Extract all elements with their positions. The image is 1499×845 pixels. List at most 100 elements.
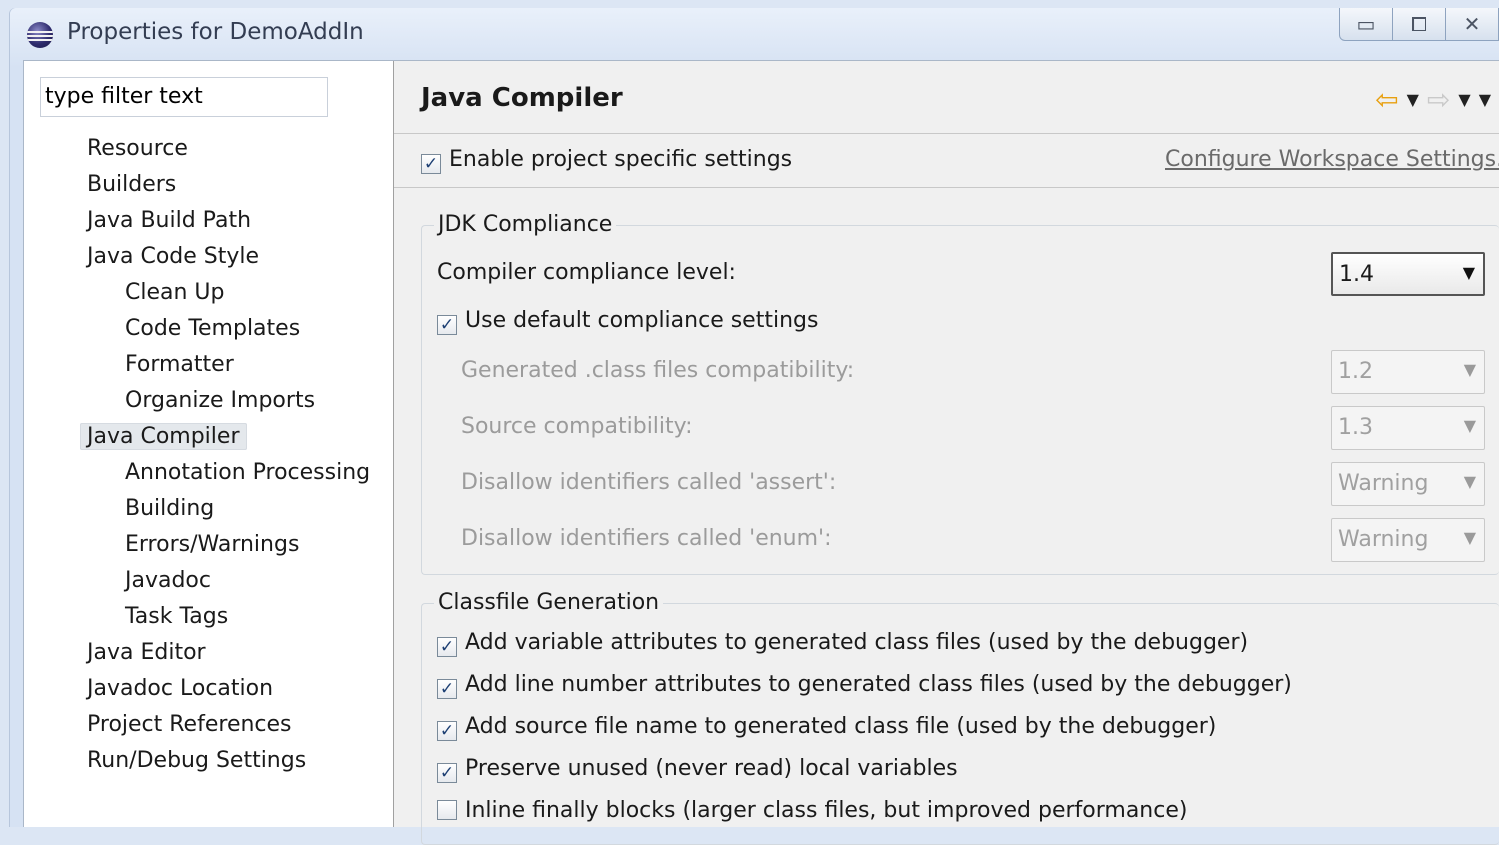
select-value: Warning bbox=[1338, 471, 1429, 496]
inline-finally-blocks-checkbox[interactable]: Inline finally blocks (larger class file… bbox=[437, 798, 1187, 823]
chevron-down-icon: ▼ bbox=[1463, 360, 1476, 379]
tree-item-label: Formatter bbox=[125, 352, 234, 377]
tree-item-label: Errors/Warnings bbox=[125, 532, 300, 557]
window-title: Properties for DemoAddIn bbox=[67, 19, 364, 45]
tree-item-label: Project References bbox=[87, 712, 292, 737]
page-area: Java Compiler ⇦ ▼ ⇨ ▼ ▼ ✓ Enable project … bbox=[394, 61, 1499, 845]
back-arrow-icon[interactable]: ⇦ bbox=[1375, 83, 1398, 116]
classfile-generation-group: Classfile Generation ✓ Add variable attri… bbox=[421, 590, 1499, 845]
checkbox-label: Enable project specific settings bbox=[449, 147, 793, 172]
tree-item-label: Organize Imports bbox=[125, 388, 316, 413]
close-button[interactable]: ✕ bbox=[1445, 8, 1499, 41]
tree-item-label: Java Editor bbox=[87, 640, 206, 665]
maximize-icon: ⧠ bbox=[1411, 12, 1427, 36]
forward-arrow-icon[interactable]: ⇨ bbox=[1427, 83, 1450, 116]
tree-item-project-references[interactable]: Project References bbox=[24, 707, 393, 743]
forward-history-dropdown-icon[interactable]: ▼ bbox=[1458, 90, 1470, 109]
tree-item-javadoc[interactable]: Javadoc bbox=[24, 563, 393, 599]
tree-item-label: Annotation Processing bbox=[125, 460, 371, 485]
checkbox-label: Add variable attributes to generated cla… bbox=[465, 630, 1249, 655]
chevron-down-icon: ▼ bbox=[1463, 472, 1476, 491]
checkbox-label: Add source file name to generated class … bbox=[465, 714, 1217, 739]
tree-item-java-code-style[interactable]: Java Code Style bbox=[24, 239, 393, 275]
tree-item-clean-up[interactable]: Clean Up bbox=[24, 275, 393, 311]
select-value: 1.4 bbox=[1339, 262, 1374, 287]
tree-item-java-build-path[interactable]: Java Build Path bbox=[24, 203, 393, 239]
tree-item-javadoc-location[interactable]: Javadoc Location bbox=[24, 671, 393, 707]
property-tree: Resource Builders Java Build Path Java C… bbox=[24, 131, 393, 779]
compliance-level-select[interactable]: 1.4 ▼ bbox=[1331, 252, 1485, 296]
eclipse-app-icon bbox=[27, 22, 53, 48]
checkbox-label: Add line number attributes to generated … bbox=[465, 672, 1292, 697]
tree-item-label: Building bbox=[125, 496, 215, 521]
page-navigation: ⇦ ▼ ⇨ ▼ ▼ bbox=[1375, 83, 1491, 116]
tree-item-builders[interactable]: Builders bbox=[24, 167, 393, 203]
source-compat-select[interactable]: 1.3 ▼ bbox=[1331, 406, 1485, 450]
select-value: 1.3 bbox=[1338, 415, 1373, 440]
tree-item-code-templates[interactable]: Code Templates bbox=[24, 311, 393, 347]
disallow-enum-select[interactable]: Warning ▼ bbox=[1331, 518, 1485, 562]
checkbox-unchecked-icon bbox=[437, 800, 457, 820]
tree-item-label: Java Compiler bbox=[80, 423, 247, 450]
tree-item-label: Java Build Path bbox=[87, 208, 252, 233]
generated-class-compat-select[interactable]: 1.2 ▼ bbox=[1331, 350, 1485, 394]
tree-item-java-editor[interactable]: Java Editor bbox=[24, 635, 393, 671]
dialog-client: type filter text Resource Builders Java … bbox=[23, 60, 1499, 845]
configure-workspace-settings-link[interactable]: Configure Workspace Settings... bbox=[1165, 147, 1499, 172]
tree-item-label: Code Templates bbox=[125, 316, 301, 341]
filter-input[interactable]: type filter text bbox=[40, 77, 328, 117]
add-source-file-name-checkbox[interactable]: ✓ Add source file name to generated class… bbox=[437, 714, 1216, 741]
tree-item-label: Task Tags bbox=[125, 604, 229, 629]
close-icon: ✕ bbox=[1463, 12, 1481, 36]
select-value: Warning bbox=[1338, 527, 1429, 552]
compliance-level-label: Compiler compliance level: bbox=[437, 260, 736, 285]
window-controls: ▭ ⧠ ✕ bbox=[1339, 8, 1499, 42]
chevron-down-icon: ▼ bbox=[1462, 263, 1475, 282]
tree-item-label: Resource bbox=[87, 136, 188, 161]
use-default-compliance-checkbox[interactable]: ✓ Use default compliance settings bbox=[437, 308, 818, 335]
disallow-assert-label: Disallow identifiers called 'assert': bbox=[461, 470, 837, 495]
checkbox-label: Inline finally blocks (larger class file… bbox=[465, 798, 1188, 823]
tree-item-java-compiler[interactable]: Java Compiler bbox=[24, 419, 393, 455]
checkbox-label: Preserve unused (never read) local varia… bbox=[465, 756, 958, 781]
tree-item-label: Clean Up bbox=[125, 280, 225, 305]
checkbox-checked-icon: ✓ bbox=[437, 679, 457, 699]
checkbox-label: Use default compliance settings bbox=[465, 308, 819, 333]
checkbox-checked-icon: ✓ bbox=[437, 763, 457, 783]
jdk-compliance-group: JDK Compliance Compiler compliance level… bbox=[421, 212, 1499, 575]
minimize-button[interactable]: ▭ bbox=[1339, 8, 1393, 41]
tree-item-annotation-processing[interactable]: Annotation Processing bbox=[24, 455, 393, 491]
title-bar: Properties for DemoAddIn ▭ ⧠ ✕ bbox=[10, 8, 1499, 60]
group-title: JDK Compliance bbox=[434, 212, 617, 237]
tree-item-task-tags[interactable]: Task Tags bbox=[24, 599, 393, 635]
add-variable-attributes-checkbox[interactable]: ✓ Add variable attributes to generated cl… bbox=[437, 630, 1248, 657]
tree-item-resource[interactable]: Resource bbox=[24, 131, 393, 167]
view-menu-icon[interactable]: ▼ bbox=[1479, 90, 1491, 109]
back-history-dropdown-icon[interactable]: ▼ bbox=[1407, 90, 1419, 109]
minimize-icon: ▭ bbox=[1356, 12, 1376, 36]
tree-item-building[interactable]: Building bbox=[24, 491, 393, 527]
preserve-unused-locals-checkbox[interactable]: ✓ Preserve unused (never read) local vari… bbox=[437, 756, 958, 783]
tree-item-organize-imports[interactable]: Organize Imports bbox=[24, 383, 393, 419]
generated-class-compat-label: Generated .class files compatibility: bbox=[461, 358, 855, 383]
maximize-button[interactable]: ⧠ bbox=[1392, 8, 1446, 41]
checkbox-checked-icon: ✓ bbox=[437, 637, 457, 657]
disallow-enum-label: Disallow identifiers called 'enum': bbox=[461, 526, 832, 551]
add-line-number-attributes-checkbox[interactable]: ✓ Add line number attributes to generated… bbox=[437, 672, 1292, 699]
chevron-down-icon: ▼ bbox=[1463, 416, 1476, 435]
properties-window: Properties for DemoAddIn ▭ ⧠ ✕ type filt… bbox=[10, 8, 1499, 845]
sidebar: type filter text Resource Builders Java … bbox=[24, 61, 394, 827]
source-compat-label: Source compatibility: bbox=[461, 414, 693, 439]
tree-item-errors-warnings[interactable]: Errors/Warnings bbox=[24, 527, 393, 563]
group-title: Classfile Generation bbox=[434, 590, 664, 615]
tree-item-label: Java Code Style bbox=[87, 244, 260, 269]
checkbox-checked-icon: ✓ bbox=[437, 721, 457, 741]
tree-item-label: Javadoc Location bbox=[87, 676, 274, 701]
tree-item-run-debug-settings[interactable]: Run/Debug Settings bbox=[24, 743, 393, 779]
enable-project-specific-checkbox[interactable]: ✓ Enable project specific settings bbox=[421, 147, 792, 174]
page-title: Java Compiler bbox=[421, 83, 623, 113]
checkbox-checked-icon: ✓ bbox=[421, 154, 441, 174]
tree-item-formatter[interactable]: Formatter bbox=[24, 347, 393, 383]
disallow-assert-select[interactable]: Warning ▼ bbox=[1331, 462, 1485, 506]
select-value: 1.2 bbox=[1338, 359, 1373, 384]
